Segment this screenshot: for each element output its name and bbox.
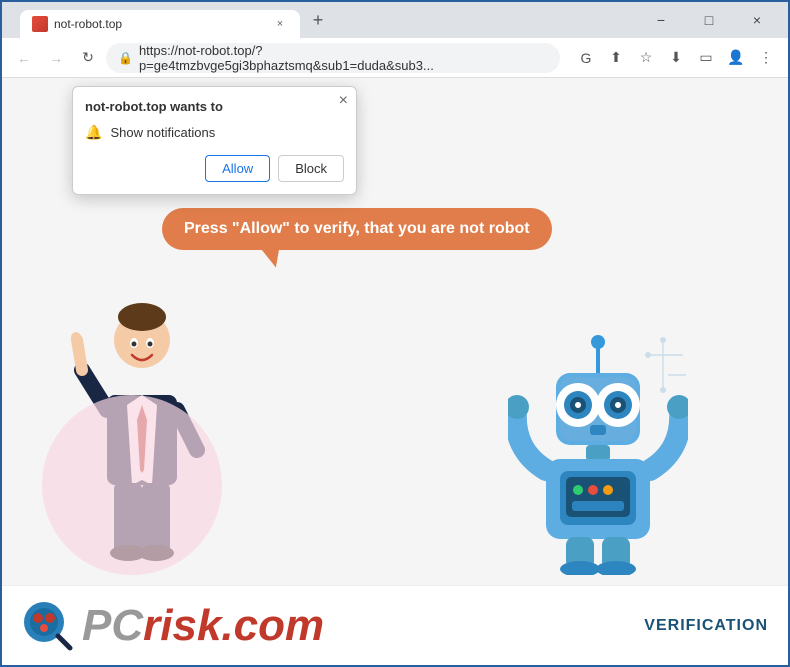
forward-button[interactable]: → xyxy=(42,44,70,72)
browser-content: × not-robot.top wants to 🔔 Show notifica… xyxy=(2,78,788,665)
tab-bar: not-robot.top × + − □ × xyxy=(2,2,788,38)
maximize-button[interactable]: □ xyxy=(686,2,732,38)
extension-icon[interactable]: ▭ xyxy=(692,44,720,72)
bookmark-icon[interactable]: ☆ xyxy=(632,44,660,72)
logo-icon xyxy=(22,600,74,652)
reload-button[interactable]: ↻ xyxy=(74,44,102,72)
lock-icon: 🔒 xyxy=(118,51,133,65)
verification-label: VERIFICATION xyxy=(644,617,768,635)
close-button[interactable]: × xyxy=(734,2,780,38)
new-tab-button[interactable]: + xyxy=(304,6,332,34)
tab-favicon xyxy=(32,16,48,32)
pcrisk-bar: PCrisk.com VERIFICATION xyxy=(2,585,788,665)
popup-title: not-robot.top wants to xyxy=(85,99,344,114)
notification-label: Show notifications xyxy=(110,125,215,140)
person-illustration xyxy=(62,295,222,575)
google-icon[interactable]: G xyxy=(572,44,600,72)
notification-row: 🔔 Show notifications xyxy=(85,124,344,141)
url-text: https://not-robot.top/?p=ge4tmzbvge5gi3b… xyxy=(139,43,548,73)
logo-dot-com: .com xyxy=(221,601,324,650)
browser-window: not-robot.top × + − □ × ← → ↻ 🔒 https://… xyxy=(0,0,790,667)
popup-close-button[interactable]: × xyxy=(339,93,348,109)
active-tab[interactable]: not-robot.top × xyxy=(20,10,300,38)
pcrisk-logo: PCrisk.com xyxy=(22,600,324,652)
address-bar-icons: G ⬆ ☆ ⬇ ▭ 👤 ⋮ xyxy=(572,44,780,72)
address-bar-input[interactable]: 🔒 https://not-robot.top/?p=ge4tmzbvge5gi… xyxy=(106,43,560,73)
page-background: × not-robot.top wants to 🔔 Show notifica… xyxy=(2,78,788,665)
tab-title: not-robot.top xyxy=(54,17,266,31)
download-icon[interactable]: ⬇ xyxy=(662,44,690,72)
allow-button[interactable]: Allow xyxy=(205,155,270,182)
notification-popup: × not-robot.top wants to 🔔 Show notifica… xyxy=(72,86,357,195)
tab-close-button[interactable]: × xyxy=(272,16,288,32)
share-icon[interactable]: ⬆ xyxy=(602,44,630,72)
address-bar: ← → ↻ 🔒 https://not-robot.top/?p=ge4tmzb… xyxy=(2,38,788,78)
back-button[interactable]: ← xyxy=(10,44,38,72)
menu-button[interactable]: ⋮ xyxy=(752,44,780,72)
window-controls: − □ × xyxy=(638,2,780,38)
pcrisk-text: PCrisk.com xyxy=(82,601,324,651)
logo-pc: PC xyxy=(82,601,143,650)
speech-bubble-text: Press "Allow" to verify, that you are no… xyxy=(184,220,530,237)
speech-bubble: Press "Allow" to verify, that you are no… xyxy=(162,208,552,250)
profile-icon[interactable]: 👤 xyxy=(722,44,750,72)
minimize-button[interactable]: − xyxy=(638,2,684,38)
logo-risk: risk xyxy=(143,601,221,650)
bell-icon: 🔔 xyxy=(85,124,102,141)
popup-buttons: Allow Block xyxy=(85,155,344,182)
robot-illustration xyxy=(508,335,688,575)
block-button[interactable]: Block xyxy=(278,155,344,182)
